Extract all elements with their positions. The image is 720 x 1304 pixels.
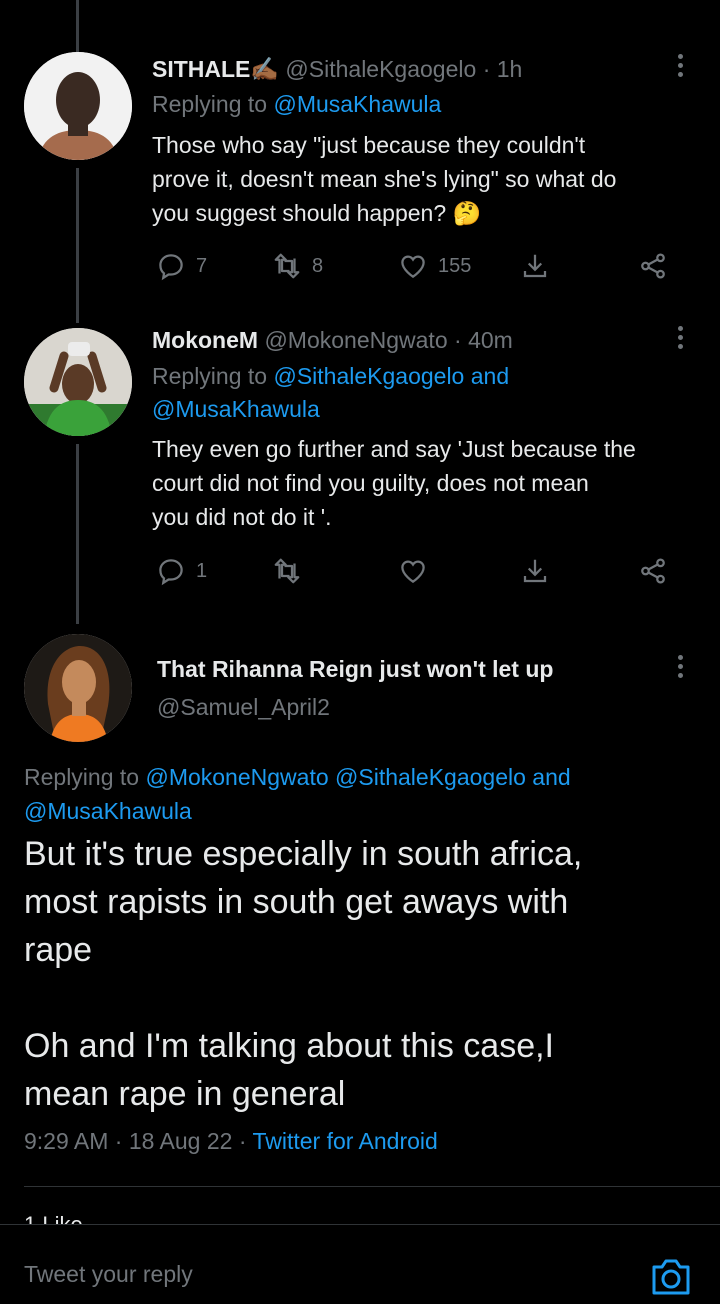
tweet1-text-line: prove it, doesn't mean she's lying" so w… xyxy=(152,166,617,192)
divider xyxy=(24,1186,720,1187)
tweet1-retweet-button[interactable]: 8 xyxy=(272,246,323,286)
tweet1-retweet-count: 8 xyxy=(312,254,324,277)
tweet2-replying-prefix: Replying to xyxy=(152,363,268,389)
reply-icon xyxy=(159,559,183,586)
reply-icon xyxy=(159,254,183,281)
main-timestamp: 9:29 AM · 18 Aug 22 · xyxy=(24,1128,253,1154)
tweet1-reply-button[interactable]: 7 xyxy=(156,246,207,286)
main-replying-to-links[interactable]: @MokoneNgwato @SithaleKgaogelo and xyxy=(145,764,570,790)
tweet1-replying-to-link[interactable]: @MusaKhawula xyxy=(273,91,441,117)
retweet-icon xyxy=(274,253,300,279)
avatar-mokonem-image xyxy=(24,328,132,436)
tweet1-actions: 7 8 155 xyxy=(152,246,682,286)
tweet2-reply-count: 1 xyxy=(196,559,208,582)
main-replying-to-link-2[interactable]: @MusaKhawula xyxy=(24,798,192,824)
tweet2-handle[interactable]: @MokoneNgwato xyxy=(264,327,447,353)
thread-line-2 xyxy=(76,444,79,624)
tweet2-replying-to-link[interactable]: @SithaleKgaogelo and xyxy=(273,363,509,389)
tweet2-replying-to-link-2[interactable]: @MusaKhawula xyxy=(152,396,320,422)
tweet2-time: · 40m xyxy=(454,327,513,353)
tweet2-text-line: court did not find you guilty, does not … xyxy=(152,470,589,496)
avatar-samuel[interactable] xyxy=(24,634,132,742)
main-text-line: mean rape in general xyxy=(24,1075,346,1113)
main-more-icon[interactable] xyxy=(675,655,685,682)
tweet1-bookmark-button[interactable] xyxy=(520,246,550,286)
tweet2-more-icon[interactable] xyxy=(675,326,685,353)
tweet1-text: Those who say "just because they couldn'… xyxy=(152,128,616,230)
tweet2-share-button[interactable] xyxy=(638,551,668,591)
main-text-line: Oh and I'm talking about this case,I xyxy=(24,1027,555,1065)
camera-icon xyxy=(652,1259,690,1295)
tweet1-replying-prefix: Replying to xyxy=(152,91,268,117)
main-tweet-text: But it's true especially in south africa… xyxy=(24,830,582,1118)
avatar-sithale-image xyxy=(24,52,132,160)
tweet2-bookmark-button[interactable] xyxy=(520,551,550,591)
share-down-icon xyxy=(523,254,547,278)
tweet1-like-button[interactable]: 155 xyxy=(398,246,471,286)
tweet1-more-icon[interactable] xyxy=(675,54,685,81)
avatar-mokonem[interactable] xyxy=(24,328,132,436)
tweet1-display-name[interactable]: SITHALE✍🏾 xyxy=(152,56,279,82)
share-icon xyxy=(641,253,665,279)
tweet1-share-button[interactable] xyxy=(638,246,668,286)
avatar-samuel-image xyxy=(24,634,132,742)
tweet1-handle[interactable]: @SithaleKgaogelo xyxy=(285,56,476,82)
share-down-icon xyxy=(523,559,547,583)
tweet2-text: They even go further and say 'Just becau… xyxy=(152,432,636,534)
reply-composer: Tweet your reply xyxy=(0,1224,720,1302)
share-icon xyxy=(641,558,665,584)
tweet1-reply-count: 7 xyxy=(196,254,208,277)
tweet2-text-line: They even go further and say 'Just becau… xyxy=(152,436,636,462)
thread-line-1 xyxy=(76,168,79,323)
retweet-icon xyxy=(274,558,300,584)
tweet1-time: · 1h xyxy=(482,56,523,82)
tweet1-like-count: 155 xyxy=(438,254,472,277)
main-text-line xyxy=(24,974,582,1022)
likes-count-clip: 1 Like xyxy=(24,1208,224,1224)
avatar-sithale[interactable] xyxy=(24,52,132,160)
thread-line-top xyxy=(76,0,79,52)
reply-input-placeholder: Tweet your reply xyxy=(24,1261,193,1287)
tweet1-text-line: you suggest should happen? 🤔 xyxy=(152,200,482,226)
tweet2-actions: 1 xyxy=(152,551,682,591)
main-replying-prefix: Replying to xyxy=(24,764,140,790)
reply-input[interactable]: Tweet your reply xyxy=(24,1261,193,1288)
main-display-name[interactable]: That Rihanna Reign just won't let up xyxy=(157,656,553,682)
tweet2-display-name[interactable]: MokoneM xyxy=(152,327,258,353)
tweet2-reply-button[interactable]: 1 xyxy=(156,551,207,591)
main-text-line: But it's true especially in south africa… xyxy=(24,835,583,873)
main-text-line: most rapists in south get aways with xyxy=(24,883,569,921)
like-icon xyxy=(401,255,425,278)
tweet1-text-line: Those who say "just because they couldn'… xyxy=(152,132,586,158)
likes-count[interactable]: 1 Like xyxy=(24,1212,224,1224)
main-handle[interactable]: @Samuel_April2 xyxy=(157,694,330,720)
main-source-link[interactable]: Twitter for Android xyxy=(252,1128,437,1154)
main-text-line: rape xyxy=(24,931,93,969)
tweet2-retweet-button[interactable] xyxy=(272,551,302,591)
like-icon xyxy=(401,560,425,583)
camera-button[interactable] xyxy=(648,1253,694,1299)
tweet2-like-button[interactable] xyxy=(398,551,428,591)
tweet2-text-line: you did not do it '. xyxy=(152,504,332,530)
